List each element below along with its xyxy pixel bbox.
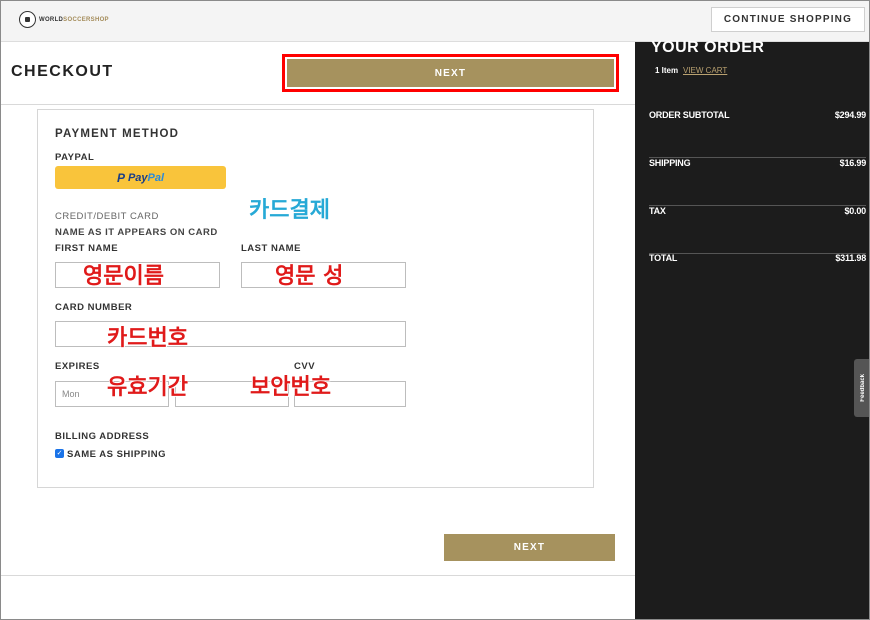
footer-divider <box>1 575 635 576</box>
last-name-label: LAST NAME <box>241 243 301 254</box>
order-row-label: TAX <box>649 206 666 216</box>
order-row-tax: TAX $0.00 <box>649 206 866 254</box>
page-title: CHECKOUT <box>11 63 114 80</box>
credit-card-label: CREDIT/DEBIT CARD <box>55 211 159 222</box>
next-button-top[interactable]: NEXT <box>287 59 614 87</box>
order-row-label: SHIPPING <box>649 158 691 168</box>
paypal-label: PAYPAL <box>55 152 95 163</box>
order-row-label: TOTAL <box>649 253 678 263</box>
order-row-shipping: SHIPPING $16.99 <box>649 158 866 206</box>
page: WORLDSOCCERSHOP CONTINUE SHOPPING CHECKO… <box>0 0 870 620</box>
order-row-total: TOTAL $311.98 <box>649 253 866 301</box>
paypal-button-text-b: Pal <box>147 171 165 184</box>
order-row-value: $294.99 <box>834 110 866 120</box>
paypal-button[interactable]: P Pay Pal <box>55 166 226 189</box>
billing-address-label: BILLING ADDRESS <box>55 431 150 442</box>
payment-method-heading: PAYMENT METHOD <box>55 128 180 140</box>
order-row-value: $16.99 <box>839 158 867 168</box>
same-as-shipping-label[interactable]: SAME AS SHIPPING <box>67 449 166 460</box>
annotation-security-code: 보안번호 <box>250 375 332 401</box>
expires-month-placeholder: Mon <box>62 389 80 399</box>
order-row-subtotal: ORDER SUBTOTAL $294.99 <box>649 110 866 158</box>
annotation-first-name: 영문이름 <box>83 264 165 290</box>
expires-label: EXPIRES <box>55 361 100 372</box>
next-button-highlight: NEXT <box>282 54 619 92</box>
site-logo[interactable]: WORLDSOCCERSHOP <box>19 11 109 28</box>
header-divider <box>1 104 635 105</box>
next-button-bottom[interactable]: NEXT <box>444 534 615 561</box>
order-summary: YOUR ORDER 1 Item VIEW CART ORDER SUBTOT… <box>635 39 869 619</box>
feedback-label: Feedback <box>859 374 866 402</box>
first-name-label: FIRST NAME <box>55 243 119 254</box>
order-row-label: ORDER SUBTOTAL <box>649 110 730 120</box>
top-bar: WORLDSOCCERSHOP CONTINUE SHOPPING <box>1 1 869 42</box>
view-cart-link[interactable]: VIEW CART <box>683 66 727 75</box>
annotation-expiry: 유효기간 <box>107 375 189 401</box>
next-button-bottom-wrap: NEXT <box>444 534 615 561</box>
soccer-ball-icon <box>19 11 36 28</box>
order-item-count: 1 Item <box>655 66 679 75</box>
order-row-value: $311.98 <box>835 253 866 263</box>
order-title: YOUR ORDER <box>651 39 765 56</box>
annotation-card-number: 카드번호 <box>107 326 189 352</box>
same-as-shipping-checkbox[interactable]: ✓ <box>55 449 64 458</box>
card-number-label: CARD NUMBER <box>55 302 133 313</box>
feedback-tab[interactable]: Feedback <box>854 359 869 417</box>
logo-text-a: WORLD <box>39 16 64 23</box>
logo-text: WORLDSOCCERSHOP <box>39 17 109 23</box>
name-hint: NAME AS IT APPEARS ON CARD <box>55 227 218 238</box>
paypal-icon: P <box>116 170 125 185</box>
continue-shopping-button[interactable]: CONTINUE SHOPPING <box>711 7 865 32</box>
annotation-card-payment: 카드결제 <box>249 198 330 223</box>
annotation-last-name: 영문 성 <box>275 264 344 290</box>
logo-text-b: SOCCERSHOP <box>63 16 109 23</box>
paypal-button-text-a: Pay <box>127 171 148 184</box>
order-row-value: $0.00 <box>844 206 866 216</box>
